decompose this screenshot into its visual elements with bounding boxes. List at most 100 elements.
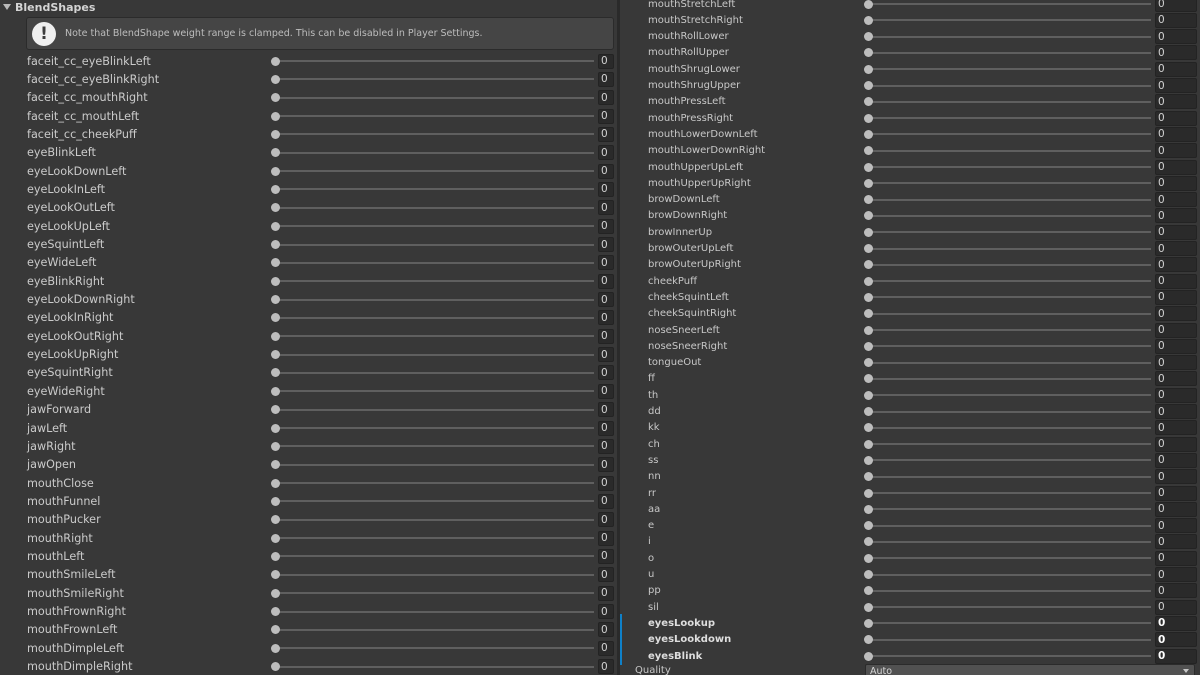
- slider-track[interactable]: [868, 557, 1151, 560]
- slider-track[interactable]: [275, 206, 594, 209]
- weight-value-field[interactable]: 0: [1155, 0, 1197, 12]
- weight-value-field[interactable]: 0: [1155, 436, 1197, 452]
- slider-track[interactable]: [275, 188, 594, 191]
- slider-thumb[interactable]: [271, 570, 280, 580]
- weight-value-field[interactable]: 0: [598, 90, 614, 106]
- slider-thumb[interactable]: [864, 211, 873, 221]
- weight-value-field[interactable]: 0: [598, 108, 614, 124]
- weight-value-field[interactable]: 0: [1155, 29, 1197, 45]
- weight-value-field[interactable]: 0: [598, 622, 614, 638]
- slider-thumb[interactable]: [271, 551, 280, 561]
- weight-value-field[interactable]: 0: [598, 530, 614, 546]
- weight-value-field[interactable]: 0: [1155, 567, 1197, 582]
- slider-thumb[interactable]: [271, 496, 280, 506]
- slider-track[interactable]: [868, 149, 1151, 152]
- slider-thumb[interactable]: [864, 341, 873, 351]
- slider-thumb[interactable]: [864, 15, 873, 25]
- weight-value-field[interactable]: 0: [1155, 322, 1197, 338]
- weight-value-field[interactable]: 0: [598, 365, 614, 381]
- slider-thumb[interactable]: [271, 460, 280, 470]
- slider-track[interactable]: [275, 592, 594, 595]
- weight-value-field[interactable]: 0: [598, 420, 614, 436]
- slider-track[interactable]: [275, 335, 594, 338]
- slider-thumb[interactable]: [864, 81, 873, 90]
- slider-track[interactable]: [868, 296, 1151, 299]
- weight-value-field[interactable]: 0: [598, 604, 614, 619]
- slider-track[interactable]: [868, 508, 1151, 511]
- slider-track[interactable]: [868, 655, 1151, 657]
- slider-thumb[interactable]: [271, 166, 280, 176]
- weight-value-field[interactable]: 0: [1155, 648, 1197, 664]
- slider-track[interactable]: [275, 298, 594, 301]
- slider-thumb[interactable]: [864, 129, 873, 139]
- weight-value-field[interactable]: 0: [598, 383, 614, 399]
- slider-track[interactable]: [275, 555, 594, 558]
- weight-value-field[interactable]: 0: [1155, 632, 1197, 648]
- slider-thumb[interactable]: [271, 588, 280, 598]
- slider-thumb[interactable]: [864, 309, 873, 319]
- slider-track[interactable]: [868, 426, 1151, 429]
- quality-dropdown[interactable]: Auto: [865, 664, 1195, 675]
- slider-thumb[interactable]: [864, 178, 873, 188]
- slider-thumb[interactable]: [271, 221, 280, 231]
- slider-thumb[interactable]: [271, 643, 280, 653]
- slider-track[interactable]: [275, 445, 594, 448]
- weight-value-field[interactable]: 0: [1155, 45, 1197, 61]
- slider-track[interactable]: [868, 280, 1151, 283]
- slider-track[interactable]: [275, 60, 594, 62]
- slider-thumb[interactable]: [271, 111, 280, 121]
- weight-value-field[interactable]: 0: [1155, 12, 1197, 28]
- slider-track[interactable]: [868, 133, 1151, 136]
- slider-thumb[interactable]: [271, 405, 280, 415]
- weight-value-field[interactable]: 0: [598, 438, 614, 454]
- slider-thumb[interactable]: [864, 195, 873, 205]
- slider-thumb[interactable]: [864, 374, 873, 384]
- slider-track[interactable]: [868, 166, 1151, 168]
- slider-thumb[interactable]: [864, 586, 873, 596]
- slider-track[interactable]: [275, 610, 594, 613]
- slider-thumb[interactable]: [864, 651, 873, 661]
- weight-value-field[interactable]: 0: [598, 181, 614, 197]
- slider-track[interactable]: [868, 410, 1151, 413]
- slider-track[interactable]: [868, 459, 1151, 462]
- weight-value-field[interactable]: 0: [598, 273, 614, 289]
- weight-value-field[interactable]: 0: [1155, 78, 1197, 93]
- weight-value-field[interactable]: 0: [1155, 175, 1197, 191]
- slider-track[interactable]: [275, 665, 594, 668]
- slider-thumb[interactable]: [271, 607, 280, 616]
- weight-value-field[interactable]: 0: [598, 585, 614, 601]
- slider-track[interactable]: [868, 377, 1151, 380]
- weight-value-field[interactable]: 0: [1155, 289, 1197, 305]
- slider-thumb[interactable]: [271, 478, 280, 488]
- slider-thumb[interactable]: [864, 64, 873, 74]
- slider-thumb[interactable]: [864, 488, 873, 498]
- slider-thumb[interactable]: [271, 56, 280, 66]
- weight-value-field[interactable]: 0: [1155, 583, 1197, 599]
- slider-thumb[interactable]: [271, 350, 280, 360]
- slider-thumb[interactable]: [864, 504, 873, 514]
- slider-track[interactable]: [275, 96, 594, 99]
- slider-track[interactable]: [275, 408, 594, 411]
- slider-track[interactable]: [275, 280, 594, 283]
- weight-value-field[interactable]: 0: [1155, 387, 1197, 403]
- slider-track[interactable]: [868, 84, 1151, 87]
- weight-value-field[interactable]: 0: [598, 640, 614, 656]
- slider-thumb[interactable]: [271, 441, 280, 451]
- slider-track[interactable]: [868, 51, 1151, 54]
- slider-thumb[interactable]: [864, 48, 873, 58]
- slider-track[interactable]: [275, 463, 594, 466]
- weight-value-field[interactable]: 0: [1155, 615, 1197, 631]
- slider-thumb[interactable]: [271, 129, 280, 139]
- slider-track[interactable]: [868, 345, 1151, 348]
- weight-value-field[interactable]: 0: [1155, 159, 1197, 175]
- slider-thumb[interactable]: [864, 162, 873, 172]
- slider-track[interactable]: [275, 500, 594, 503]
- slider-thumb[interactable]: [271, 533, 280, 543]
- weight-value-field[interactable]: 0: [598, 163, 614, 179]
- slider-thumb[interactable]: [864, 292, 873, 302]
- weight-value-field[interactable]: 0: [1155, 273, 1197, 289]
- slider-track[interactable]: [275, 371, 594, 374]
- slider-thumb[interactable]: [271, 423, 280, 433]
- slider-thumb[interactable]: [271, 276, 280, 286]
- slider-track[interactable]: [275, 261, 594, 264]
